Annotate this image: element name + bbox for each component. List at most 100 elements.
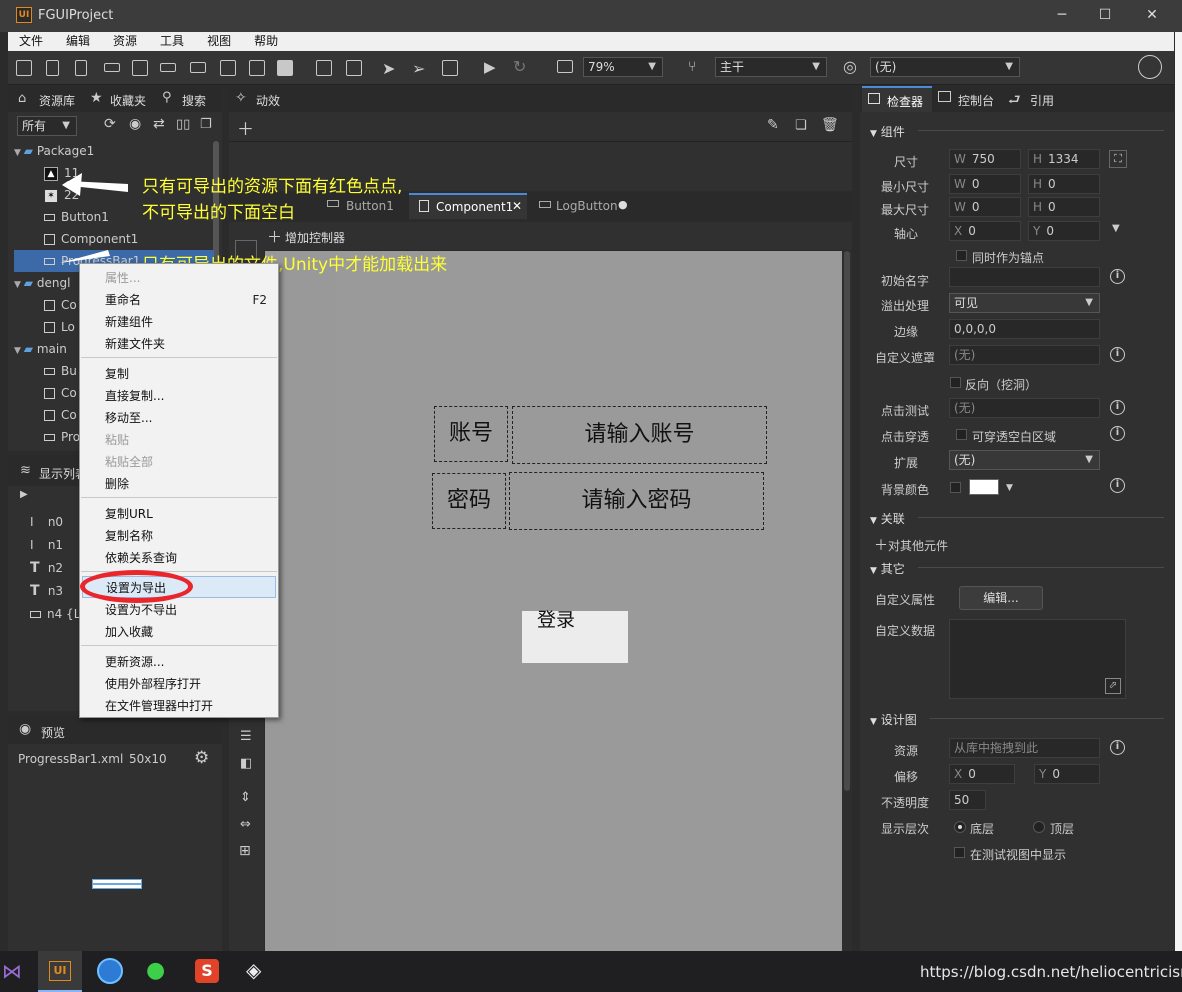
- max-width-field[interactable]: W0: [949, 197, 1021, 217]
- layer-bottom-radio[interactable]: [954, 821, 966, 833]
- menu-item-properties: 属性...: [105, 271, 141, 285]
- layer-top-label: 顶层: [1050, 822, 1075, 836]
- menu-item-paste-all: 粘贴全部: [105, 455, 154, 469]
- show-in-test-label: 在测试视图中显示: [970, 848, 1067, 862]
- add-relation[interactable]: ＋对其他元件: [874, 535, 948, 555]
- color-dropdown-icon[interactable]: ▼: [1006, 483, 1013, 493]
- custom-prop-label: 自定义属性: [875, 593, 936, 607]
- hit-test-info-icon[interactable]: i: [1110, 400, 1125, 415]
- reference-icon: ⮐: [1008, 92, 1021, 108]
- opacity-field[interactable]: 50: [949, 790, 986, 810]
- margin-field[interactable]: 0,0,0,0: [949, 319, 1100, 339]
- unity-icon[interactable]: ◈: [246, 958, 261, 982]
- design-res-field[interactable]: 从库中拖拽到此: [949, 738, 1100, 758]
- custom-data-field[interactable]: ⬀: [949, 619, 1126, 699]
- bg-color-checkbox[interactable]: [950, 482, 961, 493]
- pivot-label: 轴心: [894, 227, 919, 241]
- mask-info-icon[interactable]: i: [1110, 347, 1125, 362]
- menu-item-open-explorer[interactable]: 在文件管理器中打开: [80, 695, 278, 717]
- inspector-panel: 检查器 控制台 ⮐ 引用 ▼ 组件 尺寸 W 750 H 1334 ⛶ 最小尺寸 W…: [860, 86, 1174, 951]
- offset-x-field[interactable]: X0: [949, 764, 1015, 784]
- sogou-icon[interactable]: S: [195, 959, 219, 983]
- menu-item-rename[interactable]: 重命名 F2: [80, 289, 278, 311]
- inspector-tabs: 检查器 控制台 ⮐ 引用: [860, 86, 1174, 112]
- info-icon[interactable]: i: [1110, 269, 1125, 284]
- hit-test-field[interactable]: (无): [949, 398, 1100, 418]
- max-height-field[interactable]: H0: [1028, 197, 1100, 217]
- max-size-label: 最大尺寸: [881, 203, 930, 217]
- fit-size-icon[interactable]: ⛶: [1109, 150, 1127, 168]
- init-name-label: 初始名字: [881, 274, 930, 288]
- layer-top-radio[interactable]: [1033, 821, 1045, 833]
- pivot-y-field[interactable]: Y0: [1028, 221, 1100, 241]
- design-res-info-icon[interactable]: i: [1110, 740, 1125, 755]
- watermark: https://blog.csdn.net/heliocentricism: [920, 963, 1182, 981]
- browser-icon[interactable]: [97, 958, 123, 984]
- pivot-x-field[interactable]: X0: [949, 221, 1021, 241]
- extend-dropdown[interactable]: (无) ▼: [949, 450, 1100, 470]
- menu-item-add-favorite[interactable]: 加入收藏: [80, 621, 278, 643]
- layer-label: 显示层次: [881, 822, 930, 836]
- visual-studio-icon[interactable]: ⋈: [2, 959, 22, 983]
- menu-item-new-folder[interactable]: 新建文件夹: [80, 333, 278, 355]
- overflow-label: 溢出处理: [881, 299, 930, 313]
- width-field[interactable]: W 750: [949, 149, 1021, 169]
- custom-prop-edit-button[interactable]: 编辑...: [959, 586, 1043, 610]
- as-anchor-label: 同时作为锚点: [972, 251, 1045, 265]
- height-field[interactable]: H 1334: [1028, 149, 1100, 169]
- menu-item-update-resource[interactable]: 更新资源...: [80, 651, 278, 673]
- menu-item-duplicate[interactable]: 直接复制...: [80, 385, 278, 407]
- menu-item-move-to[interactable]: 移动至...: [80, 407, 278, 429]
- menu-item-open-external[interactable]: 使用外部程序打开: [80, 673, 278, 695]
- menu-item-copy-name[interactable]: 复制名称: [80, 525, 278, 547]
- min-size-label: 最小尺寸: [881, 180, 930, 194]
- overflow-dropdown[interactable]: 可见 ▼: [949, 293, 1100, 313]
- offset-label: 偏移: [894, 770, 919, 784]
- menu-item-copy[interactable]: 复制: [80, 363, 278, 385]
- hit-test-label: 点击测试: [881, 404, 930, 418]
- mask-field[interactable]: (无): [949, 345, 1100, 365]
- highlight-circle: [80, 570, 193, 603]
- bg-color-info-icon[interactable]: i: [1110, 478, 1125, 493]
- pass-through-checkbox[interactable]: [956, 429, 967, 440]
- pass-through-option: 可穿透空白区域: [972, 430, 1057, 444]
- min-width-field[interactable]: W0: [949, 174, 1021, 194]
- menu-item-new-component[interactable]: 新建组件: [80, 311, 278, 333]
- menu-item-copy-url[interactable]: 复制URL: [80, 503, 278, 525]
- bg-color-swatch[interactable]: [969, 479, 999, 495]
- menu-item-paste: 粘贴: [105, 433, 130, 447]
- plus-icon: ＋: [874, 538, 888, 554]
- console-icon: [938, 91, 951, 102]
- offset-y-field[interactable]: Y0: [1034, 764, 1100, 784]
- menu-item-dependencies[interactable]: 依赖关系查询: [80, 547, 278, 569]
- design-section[interactable]: ▼ 设计图: [870, 711, 917, 728]
- min-height-field[interactable]: H0: [1028, 174, 1100, 194]
- extend-label: 扩展: [894, 456, 919, 470]
- opacity-label: 不透明度: [881, 796, 930, 810]
- wechat-icon[interactable]: ●: [146, 958, 165, 983]
- margin-label: 边缘: [894, 325, 919, 339]
- relation-section[interactable]: ▼ 关联: [870, 510, 905, 527]
- design-res-label: 资源: [894, 744, 919, 758]
- show-in-test-checkbox[interactable]: [954, 847, 965, 858]
- size-label: 尺寸: [894, 155, 919, 169]
- custom-data-label: 自定义数据: [875, 624, 936, 638]
- component-section[interactable]: ▼ 组件: [870, 123, 905, 140]
- context-menu: 属性... 重命名 F2 新建组件 新建文件夹 复制 直接复制... 移动至...…: [79, 263, 279, 718]
- fgui-taskbar-button[interactable]: UI: [38, 951, 82, 992]
- tab-console[interactable]: 控制台: [958, 92, 994, 109]
- mask-label: 自定义遮罩: [875, 351, 936, 365]
- pass-through-info-icon[interactable]: i: [1110, 426, 1125, 441]
- menu-item-set-no-export[interactable]: 设置为不导出: [80, 599, 278, 621]
- reverse-checkbox[interactable]: [950, 377, 961, 388]
- as-anchor-checkbox[interactable]: [956, 250, 967, 261]
- other-section[interactable]: ▼ 其它: [870, 560, 905, 577]
- tab-inspector[interactable]: 检查器: [862, 86, 932, 112]
- init-name-field[interactable]: [949, 267, 1100, 287]
- reverse-label: 反向（挖洞）: [965, 378, 1038, 392]
- menu-item-delete[interactable]: 删除: [80, 473, 278, 495]
- pivot-dropdown-icon[interactable]: ▼: [1112, 223, 1120, 234]
- layer-bottom-label: 底层: [970, 822, 995, 836]
- annotation-line-2: 不可导出的下面空白: [142, 203, 295, 223]
- tab-references[interactable]: 引用: [1030, 92, 1054, 109]
